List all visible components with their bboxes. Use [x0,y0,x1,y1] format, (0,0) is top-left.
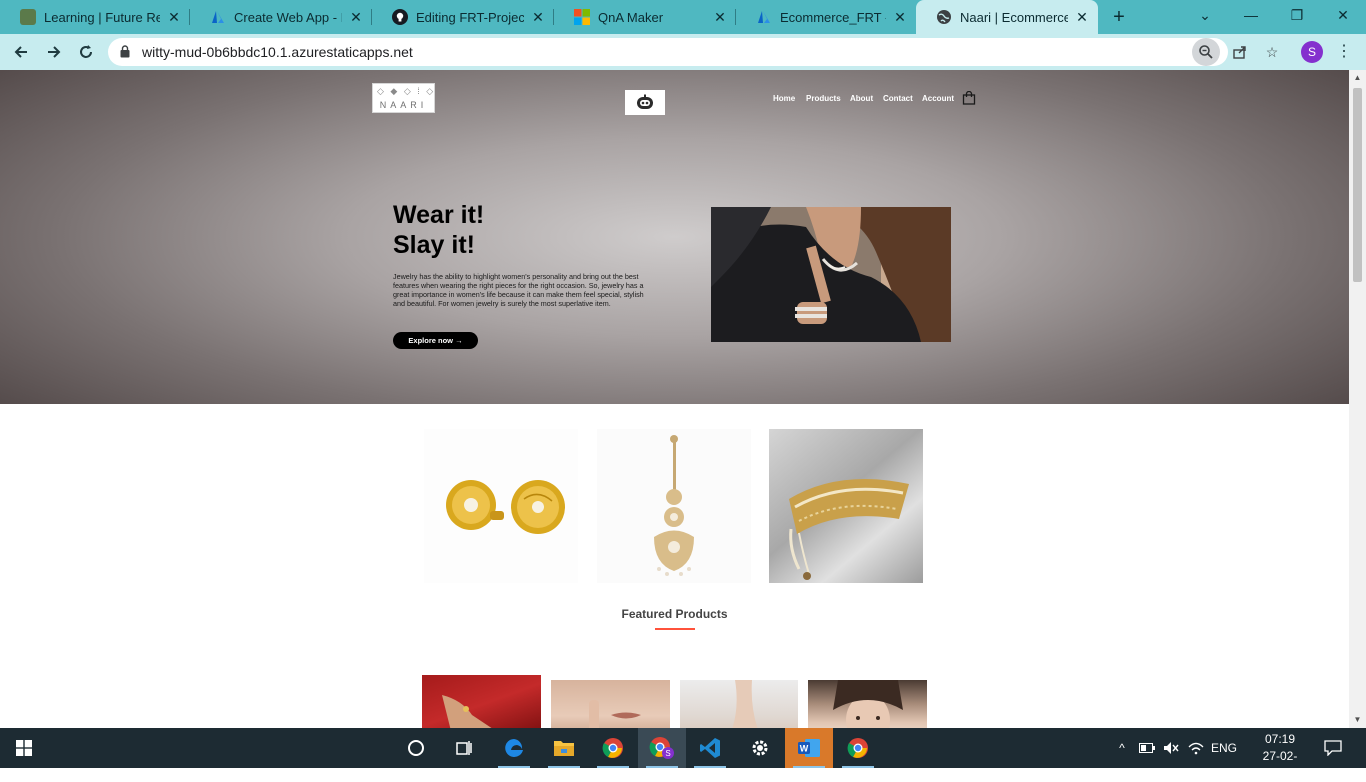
bookmark-star-icon[interactable]: ☆ [1260,40,1284,64]
show-hidden-icons-icon[interactable]: ^ [1112,728,1132,768]
restore-button[interactable]: ❐ [1274,0,1320,30]
back-button[interactable] [7,38,35,66]
hero-headline-line2: Slay it! [393,231,475,259]
microsoft-favicon-icon [574,9,590,25]
task-view-icon[interactable] [440,728,488,768]
github-favicon-icon [392,9,408,25]
close-tab-icon[interactable]: ✕ [1074,9,1090,26]
shopping-bag-icon[interactable] [962,91,976,105]
close-tab-icon[interactable]: ✕ [530,9,546,26]
reload-button[interactable] [72,38,100,66]
hero-model-image [711,207,951,342]
tab-learning[interactable]: Learning | Future Reac ✕ [0,0,190,34]
featured-product-2-image[interactable] [551,680,670,728]
zoom-chip[interactable] [1192,38,1220,66]
tab-qna-maker[interactable]: QnA Maker ✕ [554,0,736,34]
logo-word: NAARI [379,100,428,110]
zoom-icon [1199,45,1213,59]
chrome-profile-icon[interactable]: S [638,728,686,768]
explore-now-button[interactable]: Explore now → [393,332,478,349]
close-window-button[interactable]: ✕ [1320,0,1366,30]
scroll-down-arrow-icon[interactable]: ▼ [1349,712,1366,728]
svg-text:S: S [665,749,670,758]
tab-github-editing[interactable]: Editing FRT-Project/RE ✕ [372,0,554,34]
category-choker-image[interactable] [769,429,923,583]
battery-icon[interactable] [1136,728,1158,768]
browser-toolbar: witty-mud-0b6bbdc10.1.azurestaticapps.ne… [0,34,1366,70]
featured-products-title: Featured Products [621,607,728,621]
hero-headline-line1: Wear it! [393,201,485,229]
vscode-icon[interactable] [686,728,734,768]
nav-home[interactable]: Home [773,94,795,103]
new-tab-button[interactable]: + [1108,6,1130,28]
word-icon[interactable]: W [785,728,833,768]
settings-icon[interactable] [736,728,784,768]
tab-naari-active[interactable]: Naari | Ecommerce We ✕ [916,0,1098,34]
address-bar[interactable]: witty-mud-0b6bbdc10.1.azurestaticapps.ne… [108,38,1278,66]
scrollbar-thumb[interactable] [1353,88,1362,282]
edge-icon[interactable] [490,728,538,768]
azure-favicon-icon [210,9,226,25]
clock-time: 07:19 [1264,732,1296,746]
close-tab-icon[interactable]: ✕ [892,9,908,26]
lock-icon[interactable] [120,45,130,58]
nav-account[interactable]: Account [922,94,954,103]
chatbot-button[interactable] [625,90,665,115]
tab-ecommerce-frt[interactable]: Ecommerce_FRT - Mic ✕ [736,0,916,34]
learning-favicon-icon [20,9,36,25]
windows-start-icon[interactable] [0,728,48,768]
globe-favicon-icon [936,9,952,25]
file-explorer-icon[interactable] [540,728,588,768]
naari-logo[interactable]: ◇ ◆ ◇ ⁞ ◇ NAARI [372,83,435,113]
tab-title: Naari | Ecommerce We [960,9,1068,25]
nav-about[interactable]: About [850,94,873,103]
share-icon[interactable] [1228,40,1252,64]
chrome-menu-icon[interactable]: ⋮ [1336,41,1352,63]
windows-taskbar: S W ^ ENG 07:19 27-02-2022 [0,728,1366,780]
tab-create-web-app[interactable]: Create Web App - Mic ✕ [190,0,372,34]
nav-contact[interactable]: Contact [883,94,913,103]
hero-description: Jewelry has the ability to highlight wom… [393,272,644,308]
chatbot-icon [637,94,653,109]
chrome-icon[interactable] [589,728,637,768]
tab-title: Create Web App - Mic [234,9,342,25]
close-tab-icon[interactable]: ✕ [348,9,364,26]
speaker-muted-icon[interactable] [1160,728,1182,768]
tab-title: Ecommerce_FRT - Mic [780,9,886,25]
scroll-up-arrow-icon[interactable]: ▲ [1349,70,1366,86]
logo-ornament-icon: ◇ ◆ ◇ ⁞ ◇ [377,86,436,96]
nav-products[interactable]: Products [806,94,841,103]
taskbar-clock[interactable]: 07:19 27-02-2022 [1250,731,1310,782]
hero-section: ◇ ◆ ◇ ⁞ ◇ NAARI Home Products About Cont… [0,70,1349,404]
language-indicator[interactable]: ENG [1208,728,1240,768]
url-text[interactable]: witty-mud-0b6bbdc10.1.azurestaticapps.ne… [142,44,413,60]
cortana-icon[interactable] [392,728,440,768]
profile-avatar[interactable]: S [1301,41,1323,63]
clock-date: 27-02-2022 [1262,749,1298,780]
close-tab-icon[interactable]: ✕ [712,9,728,26]
tab-title: Editing FRT-Project/RE [416,9,524,25]
tab-search-icon[interactable]: ⌄ [1182,0,1228,30]
tab-title: QnA Maker [598,9,664,25]
category-maang-tikka-image[interactable] [597,429,751,583]
featured-product-1-image[interactable] [422,675,541,728]
svg-text:W: W [800,744,809,754]
azure-favicon-icon [756,9,772,25]
tab-strip: Learning | Future Reac ✕ Create Web App … [0,0,1366,34]
page-scrollbar[interactable]: ▲ ▼ [1349,70,1366,728]
tab-title: Learning | Future Reac [44,9,160,25]
featured-product-3-image[interactable] [680,680,798,728]
category-earrings-image[interactable] [424,429,578,583]
chrome-icon[interactable] [834,728,882,768]
featured-underline [655,628,695,630]
notifications-icon[interactable] [1320,728,1346,768]
forward-button[interactable] [40,38,68,66]
page-viewport: ◇ ◆ ◇ ⁞ ◇ NAARI Home Products About Cont… [0,70,1366,728]
close-tab-icon[interactable]: ✕ [166,9,182,26]
network-icon[interactable] [1184,728,1208,768]
minimize-button[interactable]: — [1228,0,1274,30]
featured-product-4-image[interactable] [808,680,927,728]
hero-headline: Wear it! Slay it! [393,200,484,260]
